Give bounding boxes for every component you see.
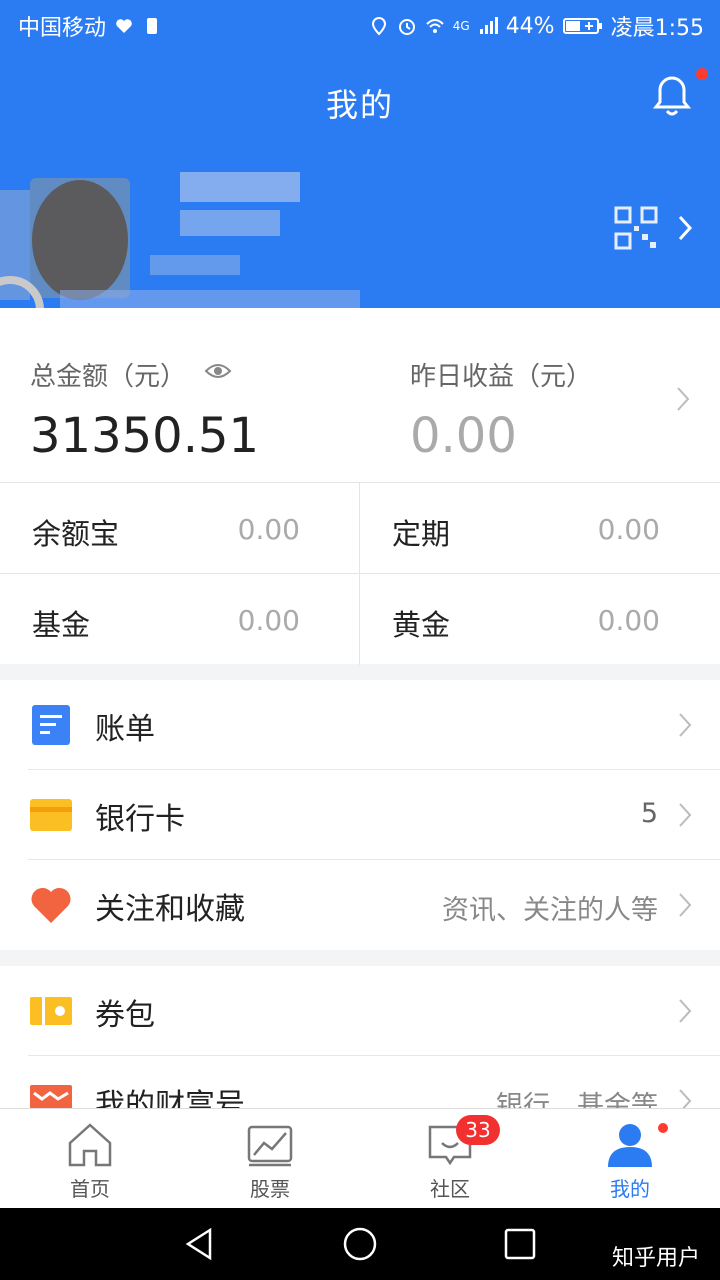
home-icon <box>68 1123 112 1167</box>
tab-home[interactable]: 首页 <box>0 1109 180 1209</box>
home-button-icon[interactable] <box>342 1226 378 1262</box>
chevron-right-icon <box>679 893 692 917</box>
yesterday-earnings-value: 0.00 <box>410 408 517 464</box>
bell-icon[interactable] <box>652 74 692 118</box>
heart-icon <box>31 887 71 923</box>
tab-me[interactable]: 我的 <box>540 1109 720 1209</box>
recents-icon[interactable] <box>502 1226 538 1262</box>
carrier-label: 中国移动 <box>18 16 107 41</box>
chevron-right-icon[interactable] <box>676 214 694 242</box>
bank-card-count: 5 <box>640 798 658 829</box>
chevron-right-icon <box>679 999 692 1023</box>
user-icon <box>608 1124 652 1167</box>
heart-rate-icon <box>116 19 132 33</box>
wifi-icon <box>426 19 444 33</box>
tab-label: 社区 <box>430 1177 470 1201</box>
clock: 凌晨1:55 <box>610 16 704 41</box>
total-amount-value: 31350.51 <box>30 408 260 464</box>
asset-value: 0.00 <box>237 513 300 546</box>
asset-cell-yuebao[interactable]: 余额宝 0.00 <box>0 483 360 574</box>
asset-value: 0.00 <box>237 604 300 637</box>
watermark: 知乎用户 <box>611 1246 700 1271</box>
chevron-right-icon <box>679 1089 692 1108</box>
asset-label: 余额宝 <box>32 517 120 551</box>
store-icon <box>30 1085 72 1108</box>
battery-percent: 44% <box>505 13 555 39</box>
list-item-hint: 资讯、关注的人等 <box>442 895 658 926</box>
asset-value: 0.00 <box>597 604 660 637</box>
asset-label: 黄金 <box>392 608 451 642</box>
tab-stocks[interactable]: 股票 <box>180 1109 360 1209</box>
list-item-label: 银行卡 <box>95 802 185 837</box>
list-item-label: 关注和收藏 <box>95 892 245 927</box>
tab-community[interactable]: 33 社区 <box>360 1109 540 1209</box>
tab-label: 股票 <box>250 1177 290 1201</box>
back-icon[interactable] <box>182 1226 218 1262</box>
list-item-bill[interactable]: 账单 <box>0 680 720 770</box>
asset-cell-gold[interactable]: 黄金 0.00 <box>360 574 720 665</box>
list-item-favorites[interactable]: 关注和收藏 资讯、关注的人等 <box>0 860 720 950</box>
yesterday-earnings-label: 昨日收益（元） <box>410 362 593 392</box>
page-title: 我的 <box>325 86 394 124</box>
list-item-label: 账单 <box>95 712 155 747</box>
asset-grid: 余额宝 0.00 定期 0.00 基金 0.00 黄金 0.00 <box>0 482 720 665</box>
tab-label: 我的 <box>610 1177 650 1201</box>
list-item-coupons[interactable]: 券包 <box>0 966 720 1056</box>
menu-list: 券包 我的财富号 银行、基金等 <box>0 966 720 1108</box>
asset-label: 定期 <box>392 517 451 551</box>
divider <box>0 573 720 574</box>
chevron-right-icon <box>679 803 692 827</box>
alarm-icon <box>398 19 415 35</box>
asset-summary[interactable]: 总金额（元） 31350.51 昨日收益（元） 0.00 <box>0 308 720 482</box>
list-item-label: 我的财富号 <box>95 1088 245 1108</box>
chevron-right-icon[interactable] <box>676 386 690 412</box>
unread-badge: 33 <box>456 1115 500 1145</box>
asset-cell-fund[interactable]: 基金 0.00 <box>0 574 360 665</box>
qr-code-icon[interactable] <box>614 206 658 250</box>
battery-icon <box>562 18 602 34</box>
signal-icon <box>479 17 498 34</box>
location-icon <box>371 16 386 36</box>
coupon-icon <box>30 997 72 1025</box>
network-type-label: 4G <box>452 19 470 33</box>
stock-chart-icon <box>247 1125 293 1167</box>
list-item-bank-card[interactable]: 银行卡 5 <box>0 770 720 860</box>
tab-label: 首页 <box>70 1177 110 1201</box>
bill-icon <box>32 705 70 745</box>
system-navigation-bar: 知乎用户 <box>0 1208 720 1280</box>
notification-dot <box>656 1121 670 1135</box>
notification-dot <box>696 68 708 80</box>
asset-label: 基金 <box>32 608 91 642</box>
divider <box>359 483 360 665</box>
asset-cell-fixed[interactable]: 定期 0.00 <box>360 483 720 574</box>
list-item-wealth-account[interactable]: 我的财富号 银行、基金等 <box>0 1056 720 1108</box>
eye-icon[interactable] <box>204 360 232 382</box>
total-amount-label: 总金额（元） <box>30 362 187 392</box>
chevron-right-icon <box>679 713 692 737</box>
redacted-profile[interactable] <box>0 150 390 308</box>
menu-list: 账单 银行卡 5 关注和收藏 资讯、关注的人等 <box>0 680 720 950</box>
list-item-hint: 银行、基金等 <box>496 1091 658 1108</box>
bank-card-icon <box>30 799 72 831</box>
list-item-label: 券包 <box>95 998 155 1033</box>
asset-value: 0.00 <box>597 513 660 546</box>
profile-header: 我的 <box>0 50 720 308</box>
bottom-nav: 首页 股票 33 社区 我的 <box>0 1108 720 1208</box>
sim-card-icon <box>147 18 158 34</box>
status-bar: 中国移动 4G 44% 凌晨1:55 <box>0 0 720 50</box>
